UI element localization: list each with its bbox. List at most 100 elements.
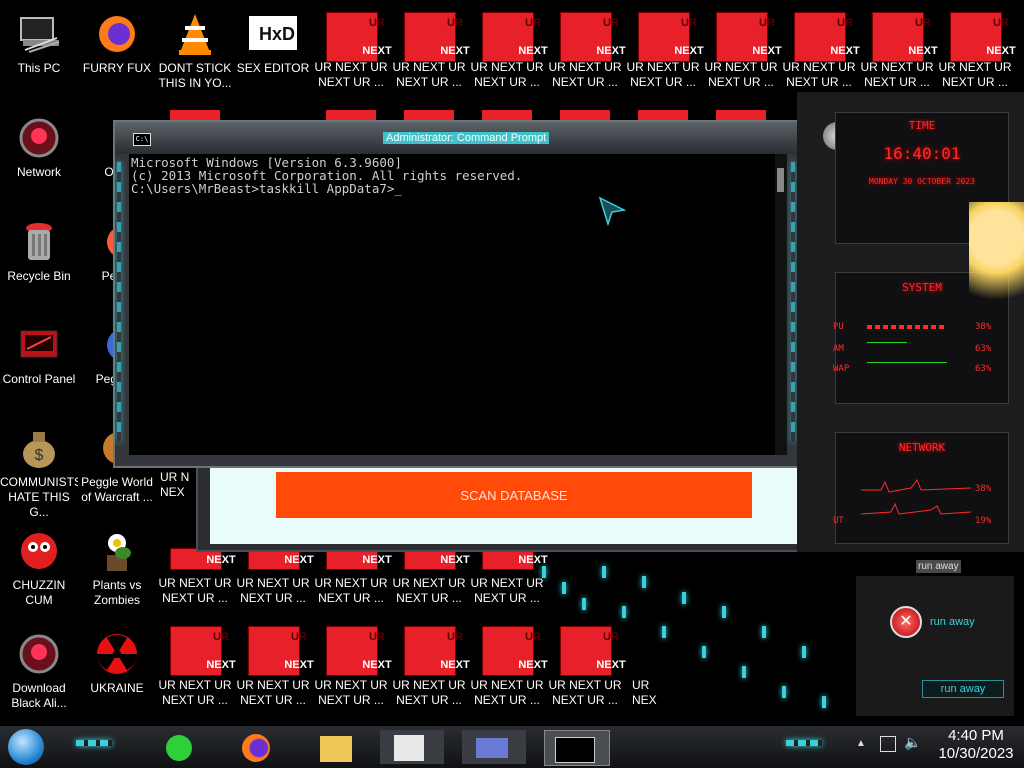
show-hidden-icons[interactable]: ▲ [856, 738, 866, 749]
desktop-icon-plants-vs-zombies[interactable]: Plants vs Zombies [78, 521, 156, 608]
desktop-icon-control-panel[interactable]: Control Panel [0, 315, 78, 387]
taskbar-cmd[interactable] [544, 730, 610, 766]
cmd-title: Administrator: Command Prompt [383, 132, 550, 144]
ur-next-tile-icon: UR NEXT [794, 12, 860, 62]
desktop-icon-communists[interactable]: $ COMMUNISTS HATE THIS G... [0, 418, 78, 520]
error-x-icon: ✕ [890, 606, 922, 638]
cartoon-character [969, 202, 1024, 322]
ur-next-tile-icon: UR NEXT [404, 12, 470, 62]
cpu-bar [867, 325, 947, 329]
decor-taskbar-lights [76, 740, 112, 746]
radiation-icon [93, 630, 141, 678]
ur-next-icon[interactable]: UR NEXT UR NEXT UR NEXT UR ... [702, 4, 782, 104]
ur-next-tile-icon: UR NEXT [326, 12, 392, 62]
firefox-icon [242, 734, 270, 762]
ur-next-tile-icon: UR NEXT [170, 626, 236, 676]
taskbar-clock[interactable]: 4:40 PM 10/30/2023 [928, 727, 1024, 763]
ur-next-icon[interactable]: UR NEXT UR NEXT UR NEXT UR ... [468, 4, 548, 104]
hxd-icon: HxD [249, 10, 297, 58]
desktop-icon-chuzzin[interactable]: CHUZZIN CUM [0, 521, 78, 608]
network-status-icon[interactable] [880, 736, 896, 752]
svg-text:HxD: HxD [259, 24, 295, 44]
taskbar-control-panel[interactable] [462, 730, 526, 764]
file-explorer-icon [320, 736, 352, 762]
taskbar-notepad[interactable] [380, 730, 444, 764]
ur-next-tile-icon: UR NEXT [404, 626, 470, 676]
desktop-icon-furry-fux[interactable]: FURRY FUX [78, 4, 156, 76]
money-bag-icon: $ [15, 424, 63, 472]
desktop-icon-recycle-bin[interactable]: Recycle Bin [0, 212, 78, 284]
ur-next-icon[interactable]: UR NEXT UR NEXT UR NEXT UR ... [312, 618, 392, 718]
cmd-icon[interactable]: C:\ [133, 133, 151, 146]
ur-next-tile-icon: UR NEXT [716, 12, 782, 62]
clock-date: 10/30/2023 [938, 745, 1014, 762]
ur-next-icon[interactable]: UR NEXT UR NEXT UR NEXT UR ... [312, 4, 392, 104]
desktop-icon-ukraine[interactable]: UKRAINE [78, 624, 156, 696]
command-prompt-window: C:\ Administrator: Command Prompt Micros… [113, 120, 803, 468]
decor-cyan-stack [536, 546, 836, 726]
console-prompt-line: C:\Users\MrBeast>taskkill AppData7>_ [131, 181, 402, 196]
ram-bar [867, 342, 907, 343]
ur-next-icon[interactable]: UR NEXT UR NEXT UR NEXT UR ... [936, 4, 1016, 104]
ur-next-tile-icon: UR NEXT [560, 12, 626, 62]
taskbar-notes-app[interactable] [150, 730, 214, 764]
desktop-icon-network[interactable]: Network [0, 108, 78, 180]
notepad-icon [394, 735, 424, 761]
ur-next-partial-label: UR N NEX [160, 470, 190, 499]
ur-next-icon[interactable]: UR NEXT UR NEXT UR NEXT UR ... [234, 618, 314, 718]
run-away-button[interactable]: run away [922, 680, 1004, 698]
svg-text:$: $ [35, 447, 44, 464]
ur-next-tile-icon: UR NEXT [482, 626, 548, 676]
swap-bar [867, 362, 947, 363]
ur-next-icon[interactable]: UR NEXT UR NEXT UR NEXT UR ... [390, 618, 470, 718]
network-graph [861, 478, 971, 515]
decor-left-lights [117, 162, 121, 442]
control-panel-icon [15, 321, 63, 369]
network-icon [15, 114, 63, 162]
chuzzle-icon [15, 527, 63, 575]
decor-right-lights [791, 162, 795, 442]
cmd-console[interactable]: Microsoft Windows [Version 6.3.9600] (c)… [129, 154, 775, 455]
taskbar-firefox[interactable] [226, 730, 290, 764]
ur-next-icon[interactable]: UR NEXT UR NEXT UR NEXT UR ... [156, 618, 236, 718]
desktop-icon-download-black-ali[interactable]: Download Black Ali... [0, 624, 78, 711]
rainmeter-panel: TIME 16:40:01 MONDAY 30 OCTOBER 2023 SYS… [797, 92, 1024, 552]
desktop-icon-dont-stick[interactable]: DONT STICK THIS IN YO... [156, 4, 234, 91]
decor-taskbar-lights [786, 740, 822, 746]
desktop-icon-this-pc[interactable]: This PC [0, 4, 78, 76]
ur-next-tile-icon: UR NEXT [248, 626, 314, 676]
ur-next-icon[interactable]: UR NEXT UR NEXT UR NEXT UR ... [546, 4, 626, 104]
volume-icon[interactable]: 🔈 [904, 734, 921, 751]
this-pc-icon [15, 10, 63, 58]
clock-time: 4:40 PM [948, 727, 1004, 744]
scan-database-button[interactable]: SCAN DATABASE [276, 472, 752, 518]
run-away-title: run away [916, 560, 961, 573]
cmd-title-bar[interactable]: C:\ Administrator: Command Prompt [115, 122, 801, 154]
alienware-icon [15, 630, 63, 678]
cmd-scrollbar[interactable] [775, 154, 787, 455]
ur-next-tile-icon: UR NEXT [326, 626, 392, 676]
plants-vs-zombies-icon [93, 527, 141, 575]
desktop-icon-sex-editor[interactable]: HxD SEX EDITOR [234, 4, 312, 76]
recycle-bin-icon [15, 218, 63, 266]
vlc-icon [171, 10, 219, 58]
mouse-cursor-icon [598, 196, 627, 226]
ur-next-icon[interactable]: UR NEXT UR NEXT UR NEXT UR ... [468, 618, 548, 718]
scrollbar-thumb[interactable] [777, 168, 784, 192]
control-panel-icon [476, 738, 508, 758]
taskbar: ▲ 🔈 [0, 726, 1024, 768]
ur-next-tile-icon: UR NEXT [872, 12, 938, 62]
ur-next-icon[interactable]: UR NEXT UR NEXT UR NEXT UR ... [390, 4, 470, 104]
run-away-window: run away ✕ run away run away [856, 560, 1014, 716]
cmd-icon [555, 737, 595, 763]
ur-next-tile-icon: UR NEXT [950, 12, 1016, 62]
start-orb-icon[interactable] [8, 729, 44, 765]
notes-icon [166, 735, 192, 761]
ur-next-tile-icon: UR NEXT [638, 12, 704, 62]
taskbar-file-explorer[interactable] [304, 730, 368, 764]
ur-next-tile-icon: UR NEXT [482, 12, 548, 62]
ur-next-icon[interactable]: UR NEXT UR NEXT UR NEXT UR ... [624, 4, 704, 104]
firefox-icon [93, 10, 141, 58]
ur-next-icon[interactable]: UR NEXT UR NEXT UR NEXT UR ... [780, 4, 860, 104]
ur-next-icon[interactable]: UR NEXT UR NEXT UR NEXT UR ... [858, 4, 938, 104]
